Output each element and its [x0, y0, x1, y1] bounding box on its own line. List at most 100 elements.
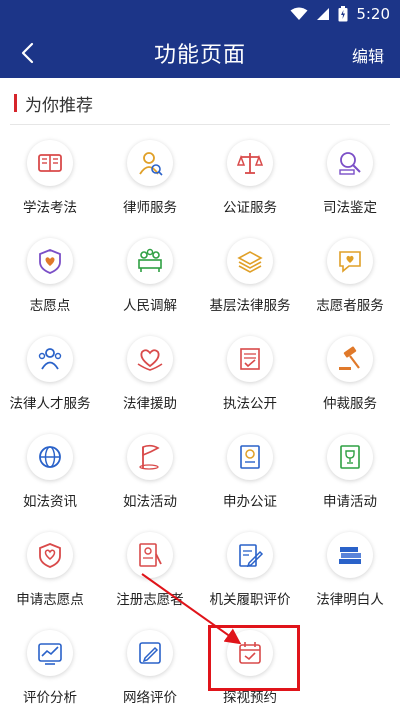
header-bar: 功能页面 编辑 [0, 28, 400, 78]
feature-item[interactable]: 法律明白人 [300, 532, 400, 630]
feature-label: 法律人才服务 [9, 396, 91, 412]
feature-item[interactable]: 执法公开 [200, 336, 300, 434]
section-header: 为你推荐 [14, 92, 93, 116]
feature-label: 如法资讯 [23, 494, 77, 510]
feature-icon-circle [327, 532, 373, 578]
status-icons: 5:20 [290, 4, 390, 24]
feature-icon-circle [227, 238, 273, 284]
globe-icon [39, 446, 61, 468]
feature-label: 执法公开 [223, 396, 277, 412]
feature-icon-circle [27, 434, 73, 480]
feature-label: 申请活动 [323, 494, 377, 510]
feature-label: 律师服务 [123, 200, 177, 216]
feature-icon-circle [127, 336, 173, 382]
feature-label: 司法鉴定 [323, 200, 377, 216]
section-divider [10, 124, 390, 125]
feature-label: 如法活动 [123, 494, 177, 510]
feature-item[interactable]: 法律人才服务 [0, 336, 100, 434]
wifi-icon [290, 7, 308, 20]
mediation-icon [138, 248, 162, 272]
feature-label: 注册志愿者 [116, 592, 184, 608]
analytics-icon [38, 643, 62, 665]
feature-label: 志愿者服务 [316, 298, 384, 314]
feature-label: 仲裁服务 [323, 396, 377, 412]
feature-item[interactable]: 志愿者服务 [300, 238, 400, 336]
scales-icon [236, 153, 264, 174]
feature-item[interactable]: 评价分析 [0, 630, 100, 728]
flag-icon [139, 444, 160, 470]
certificate-icon [240, 445, 260, 469]
feature-icon-circle [27, 238, 73, 284]
feature-label: 法律援助 [123, 396, 177, 412]
feature-item[interactable]: 如法活动 [100, 434, 200, 532]
edit-doc-icon [239, 544, 264, 568]
forensic-icon [339, 152, 361, 175]
feature-item[interactable]: 学法考法 [0, 140, 100, 238]
feature-icon-circle [127, 140, 173, 186]
feature-label: 机关履职评价 [209, 592, 291, 608]
feature-item[interactable]: 机关履职评价 [200, 532, 300, 630]
feature-label: 申请志愿点 [16, 592, 84, 608]
feature-icon-circle [127, 630, 173, 676]
feature-label: 申办公证 [223, 494, 277, 510]
feature-icon-circle [27, 532, 73, 578]
feature-item[interactable]: 申办公证 [200, 434, 300, 532]
signal-icon [317, 8, 330, 20]
battery-icon [338, 6, 348, 22]
volunteer-apply-icon [39, 543, 61, 568]
feature-item[interactable]: 网络评价 [100, 630, 200, 728]
feature-item[interactable]: 公证服务 [200, 140, 300, 238]
annotation-highlight-box [208, 625, 300, 691]
status-time: 5:20 [356, 5, 390, 23]
feature-icon-circle [227, 532, 273, 578]
feature-label: 法律明白人 [316, 592, 384, 608]
feature-item[interactable]: 基层法律服务 [200, 238, 300, 336]
section-accent-bar [14, 94, 17, 112]
feature-label: 志愿点 [29, 298, 71, 314]
status-bar: 5:20 [0, 0, 400, 28]
books-stack-icon [339, 547, 361, 564]
feature-item[interactable]: 法律援助 [100, 336, 200, 434]
feature-item[interactable]: 仲裁服务 [300, 336, 400, 434]
feature-icon-circle [227, 336, 273, 382]
inspection-icon [240, 348, 260, 370]
feature-item[interactable]: 申请志愿点 [0, 532, 100, 630]
page-title: 功能页面 [153, 43, 246, 68]
feature-item[interactable]: 注册志愿者 [100, 532, 200, 630]
feature-label: 人民调解 [123, 298, 177, 314]
feature-item[interactable]: 志愿点 [0, 238, 100, 336]
heart-chat-icon [339, 251, 361, 273]
feature-item[interactable]: 律师服务 [100, 140, 200, 238]
feature-label: 网络评价 [123, 690, 177, 706]
feature-icon-circle [327, 238, 373, 284]
feature-label: 学法考法 [23, 200, 77, 216]
documents-icon [237, 251, 263, 273]
feature-item[interactable]: 如法资讯 [0, 434, 100, 532]
section-title: 为你推荐 [25, 95, 93, 116]
feature-label: 公证服务 [223, 200, 277, 216]
feature-item[interactable]: 司法鉴定 [300, 140, 400, 238]
trophy-doc-icon [340, 445, 360, 469]
feature-icon-circle [27, 336, 73, 382]
volunteer-point-icon [39, 249, 61, 274]
feature-icon-circle [127, 434, 173, 480]
feature-item[interactable]: 申请活动 [300, 434, 400, 532]
feature-icon-circle [127, 238, 173, 284]
register-icon [139, 543, 162, 567]
feature-label: 评价分析 [23, 690, 77, 706]
feature-icon-circle [27, 630, 73, 676]
review-icon [139, 642, 161, 664]
feature-item[interactable]: 人民调解 [100, 238, 200, 336]
edit-button[interactable]: 编辑 [352, 43, 384, 67]
feature-icon-circle [327, 434, 373, 480]
feature-icon-circle [327, 140, 373, 186]
feature-icon-circle [327, 336, 373, 382]
people-icon [38, 348, 62, 370]
feature-icon-circle [127, 532, 173, 578]
feature-label: 基层法律服务 [209, 298, 291, 314]
lawyer-icon [139, 152, 163, 176]
feature-icon-circle [227, 140, 273, 186]
heart-hands-icon [137, 349, 163, 371]
book-icon [38, 154, 62, 172]
gavel-icon [339, 346, 360, 370]
